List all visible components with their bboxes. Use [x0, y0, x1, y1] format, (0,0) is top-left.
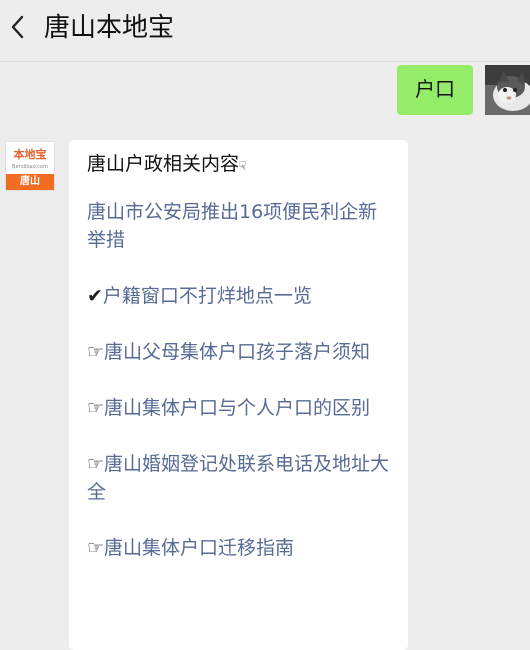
- message-link-text: 唐山市公安局推出16项便民利企新举措: [87, 201, 378, 251]
- pointing-hand-icon: ☞: [87, 341, 105, 363]
- outgoing-message-text: 户口: [415, 77, 455, 101]
- message-link-text: 唐山父母集体户口孩子落户须知: [104, 341, 371, 363]
- message-link[interactable]: ☞唐山集体户口与个人户口的区别: [87, 394, 390, 422]
- message-heading-text: 唐山户政相关内容: [87, 153, 240, 175]
- message-heading: 唐山户政相关内容☟: [87, 150, 390, 180]
- top-bar: 唐山本地宝: [0, 0, 530, 62]
- brand-city-label: 唐山: [6, 174, 54, 190]
- brand-avatar[interactable]: 本地宝 Bendibao.com 唐山: [5, 141, 55, 191]
- message-link-text: 唐山集体户口迁移指南: [104, 537, 295, 559]
- message-link-text: 户籍窗口不打烊地点一览: [102, 285, 312, 307]
- brand-logo-text: 本地宝: [13, 148, 47, 161]
- message-link[interactable]: ☞唐山婚姻登记处联系电话及地址大全: [87, 450, 390, 506]
- user-avatar[interactable]: [485, 65, 530, 115]
- message-link[interactable]: ☞唐山父母集体户口孩子落户须知: [87, 338, 390, 366]
- pointing-hand-icon: ☞: [87, 453, 105, 475]
- incoming-message: 唐山户政相关内容☟ 唐山市公安局推出16项便民利企新举措 ✔户籍窗口不打烊地点一…: [69, 140, 408, 650]
- message-link-text: 唐山集体户口与个人户口的区别: [104, 397, 371, 419]
- pointing-down-icon: ☟: [239, 159, 247, 173]
- page-title: 唐山本地宝: [44, 13, 175, 43]
- outgoing-message[interactable]: 户口: [397, 65, 473, 115]
- brand-logo-sub: Bendibao.com: [12, 164, 48, 170]
- message-link[interactable]: ☞唐山集体户口迁移指南: [87, 534, 390, 562]
- pointing-hand-icon: ☞: [87, 537, 105, 559]
- check-mark-icon: ✔: [87, 285, 103, 307]
- message-link[interactable]: ✔户籍窗口不打烊地点一览: [87, 282, 390, 310]
- message-link-text: 唐山婚姻登记处联系电话及地址大全: [87, 453, 390, 503]
- message-link[interactable]: 唐山市公安局推出16项便民利企新举措: [87, 198, 390, 254]
- pointing-hand-icon: ☞: [87, 397, 105, 419]
- back-icon[interactable]: [4, 12, 30, 42]
